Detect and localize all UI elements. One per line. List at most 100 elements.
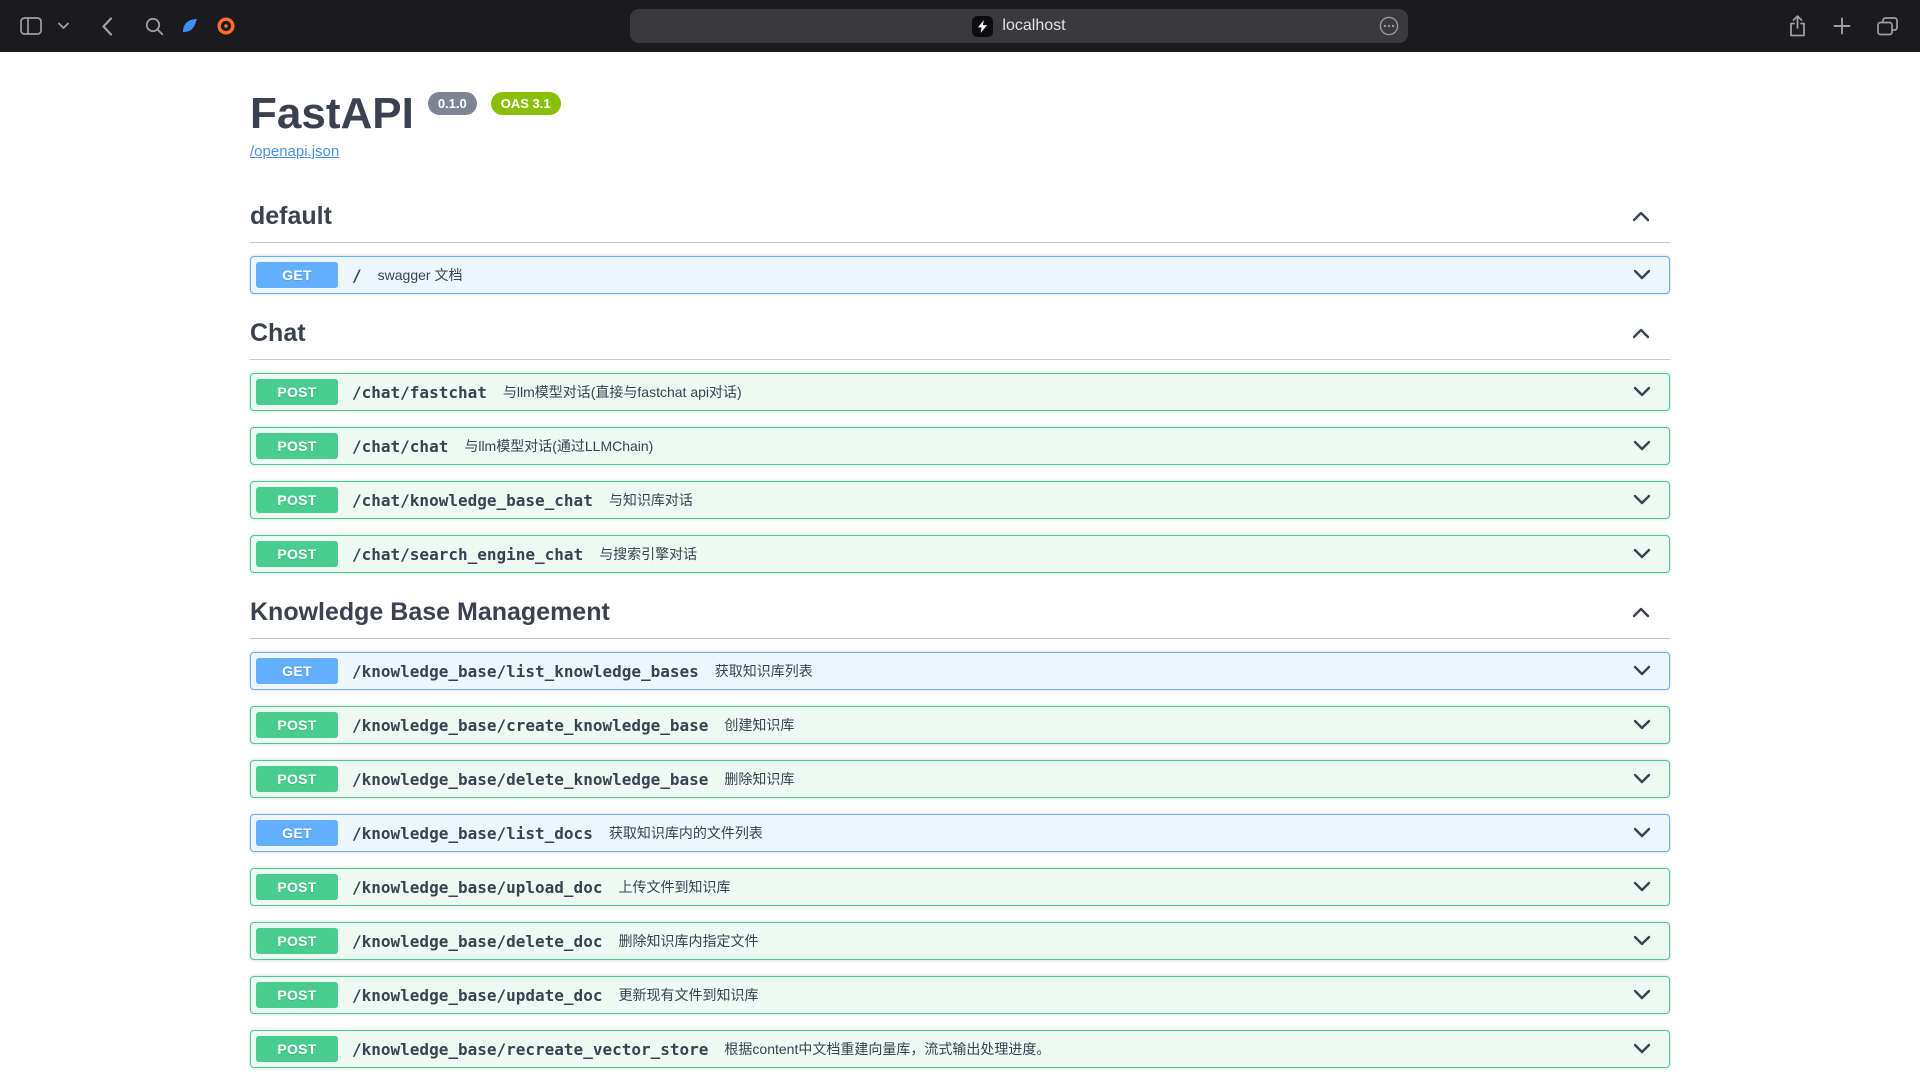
- api-title-text: FastAPI: [250, 88, 414, 139]
- endpoint-row[interactable]: POST /chat/chat 与llm模型对话(通过LLMChain): [250, 427, 1670, 465]
- endpoint-row[interactable]: GET /knowledge_base/list_knowledge_bases…: [250, 652, 1670, 690]
- endpoint-path: /chat/fastchat: [352, 383, 487, 402]
- endpoint-path: /knowledge_base/delete_knowledge_base: [352, 770, 708, 789]
- url-text: localhost: [1002, 17, 1065, 35]
- toolbar-left: [0, 10, 256, 42]
- endpoint-row[interactable]: POST /chat/knowledge_base_chat 与知识库对话: [250, 481, 1670, 519]
- site-favicon-icon: [972, 16, 993, 37]
- collapse-section-icon[interactable]: [1632, 327, 1650, 339]
- section-title: Knowledge Base Management: [250, 597, 610, 627]
- endpoint-path: /knowledge_base/create_knowledge_base: [352, 716, 708, 735]
- method-badge: POST: [256, 1036, 338, 1062]
- expand-endpoint-chevron-icon[interactable]: [1633, 935, 1651, 947]
- section-title: Chat: [250, 318, 306, 348]
- expand-endpoint-chevron-icon[interactable]: [1633, 440, 1651, 452]
- api-section: default GET / swagger 文档: [250, 193, 1670, 294]
- method-badge: POST: [256, 766, 338, 792]
- endpoint-path: /knowledge_base/list_knowledge_bases: [352, 662, 699, 681]
- endpoint-description: 删除知识库: [724, 769, 794, 789]
- page-settings-ellipsis-icon[interactable]: [1379, 16, 1399, 41]
- endpoint-list: GET / swagger 文档: [250, 256, 1670, 294]
- method-badge: POST: [256, 433, 338, 459]
- endpoint-description: swagger 文档: [378, 265, 463, 285]
- endpoint-row[interactable]: POST /knowledge_base/update_doc 更新现有文件到知…: [250, 976, 1670, 1014]
- endpoint-description: 与llm模型对话(通过LLMChain): [464, 436, 653, 456]
- endpoint-description: 删除知识库内指定文件: [618, 931, 758, 951]
- search-icon[interactable]: [139, 11, 170, 42]
- expand-endpoint-chevron-icon[interactable]: [1633, 494, 1651, 506]
- endpoint-path: /chat/chat: [352, 437, 448, 456]
- endpoint-row[interactable]: POST /knowledge_base/recreate_vector_sto…: [250, 1030, 1670, 1068]
- swagger-page: FastAPI 0.1.0 OAS 3.1 /openapi.json defa…: [0, 52, 1920, 1080]
- endpoint-description: 获取知识库内的文件列表: [609, 823, 763, 843]
- address-bar[interactable]: localhost: [630, 9, 1408, 43]
- section-title: default: [250, 201, 332, 231]
- method-badge: GET: [256, 262, 338, 288]
- new-tab-plus-icon[interactable]: [1827, 11, 1857, 41]
- sections: default GET / swagger 文档 Chat POST /chat…: [250, 193, 1670, 1068]
- expand-endpoint-chevron-icon[interactable]: [1633, 665, 1651, 677]
- oas-badge: OAS 3.1: [491, 92, 561, 115]
- method-badge: POST: [256, 874, 338, 900]
- section-header[interactable]: Knowledge Base Management: [250, 589, 1670, 639]
- expand-endpoint-chevron-icon[interactable]: [1633, 548, 1651, 560]
- sidebar-chevron-down-icon[interactable]: [52, 16, 75, 36]
- sidebar-toggle-button[interactable]: [14, 11, 48, 41]
- endpoint-description: 根据content中文档重建向量库，流式输出处理进度。: [724, 1039, 1050, 1059]
- openapi-link[interactable]: /openapi.json: [250, 143, 339, 161]
- endpoint-path: /chat/knowledge_base_chat: [352, 491, 593, 510]
- endpoint-row[interactable]: GET /knowledge_base/list_docs 获取知识库内的文件列…: [250, 814, 1670, 852]
- endpoint-path: /chat/search_engine_chat: [352, 545, 583, 564]
- toolbar-center: localhost: [256, 9, 1782, 43]
- endpoint-description: 上传文件到知识库: [618, 877, 730, 897]
- method-badge: POST: [256, 541, 338, 567]
- version-badge: 0.1.0: [428, 92, 477, 115]
- expand-endpoint-chevron-icon[interactable]: [1633, 1043, 1651, 1055]
- method-badge: GET: [256, 820, 338, 846]
- browser-toolbar: localhost: [0, 0, 1920, 52]
- endpoint-path: /knowledge_base/delete_doc: [352, 932, 602, 951]
- collapse-section-icon[interactable]: [1632, 606, 1650, 618]
- endpoint-path: /knowledge_base/update_doc: [352, 986, 602, 1005]
- endpoint-description: 创建知识库: [724, 715, 794, 735]
- endpoint-row[interactable]: POST /knowledge_base/delete_knowledge_ba…: [250, 760, 1670, 798]
- expand-endpoint-chevron-icon[interactable]: [1633, 719, 1651, 731]
- share-icon[interactable]: [1782, 9, 1813, 43]
- method-badge: POST: [256, 379, 338, 405]
- expand-endpoint-chevron-icon[interactable]: [1633, 827, 1651, 839]
- swagger-container: FastAPI 0.1.0 OAS 3.1 /openapi.json defa…: [250, 52, 1670, 1068]
- method-badge: POST: [256, 712, 338, 738]
- expand-endpoint-chevron-icon[interactable]: [1633, 881, 1651, 893]
- page-title: FastAPI 0.1.0 OAS 3.1: [250, 88, 1670, 139]
- endpoint-list: POST /chat/fastchat 与llm模型对话(直接与fastchat…: [250, 373, 1670, 573]
- method-badge: POST: [256, 982, 338, 1008]
- endpoint-row[interactable]: POST /chat/fastchat 与llm模型对话(直接与fastchat…: [250, 373, 1670, 411]
- back-button[interactable]: [95, 11, 119, 42]
- expand-endpoint-chevron-icon[interactable]: [1633, 989, 1651, 1001]
- method-badge: GET: [256, 658, 338, 684]
- method-badge: POST: [256, 928, 338, 954]
- tab-overview-icon[interactable]: [1871, 11, 1904, 42]
- toolbar-right: [1782, 9, 1920, 43]
- endpoint-row[interactable]: POST /knowledge_base/delete_doc 删除知识库内指定…: [250, 922, 1670, 960]
- endpoint-row[interactable]: POST /chat/search_engine_chat 与搜索引擎对话: [250, 535, 1670, 573]
- section-header[interactable]: Chat: [250, 310, 1670, 360]
- endpoint-row[interactable]: POST /knowledge_base/upload_doc 上传文件到知识库: [250, 868, 1670, 906]
- endpoint-list: GET /knowledge_base/list_knowledge_bases…: [250, 652, 1670, 1068]
- endpoint-description: 获取知识库列表: [715, 661, 813, 681]
- orange-extension-icon[interactable]: [210, 10, 242, 42]
- expand-endpoint-chevron-icon[interactable]: [1633, 773, 1651, 785]
- api-section: Chat POST /chat/fastchat 与llm模型对话(直接与fas…: [250, 310, 1670, 573]
- method-badge: POST: [256, 487, 338, 513]
- endpoint-row[interactable]: POST /knowledge_base/create_knowledge_ba…: [250, 706, 1670, 744]
- endpoint-description: 与llm模型对话(直接与fastchat api对话): [503, 382, 742, 402]
- endpoint-path: /knowledge_base/list_docs: [352, 824, 593, 843]
- section-header[interactable]: default: [250, 193, 1670, 243]
- expand-endpoint-chevron-icon[interactable]: [1633, 386, 1651, 398]
- expand-endpoint-chevron-icon[interactable]: [1633, 269, 1651, 281]
- endpoint-row[interactable]: GET / swagger 文档: [250, 256, 1670, 294]
- collapse-section-icon[interactable]: [1632, 210, 1650, 222]
- endpoint-description: 与搜索引擎对话: [599, 544, 697, 564]
- endpoint-path: /knowledge_base/recreate_vector_store: [352, 1040, 708, 1059]
- blue-extension-icon[interactable]: [174, 10, 206, 42]
